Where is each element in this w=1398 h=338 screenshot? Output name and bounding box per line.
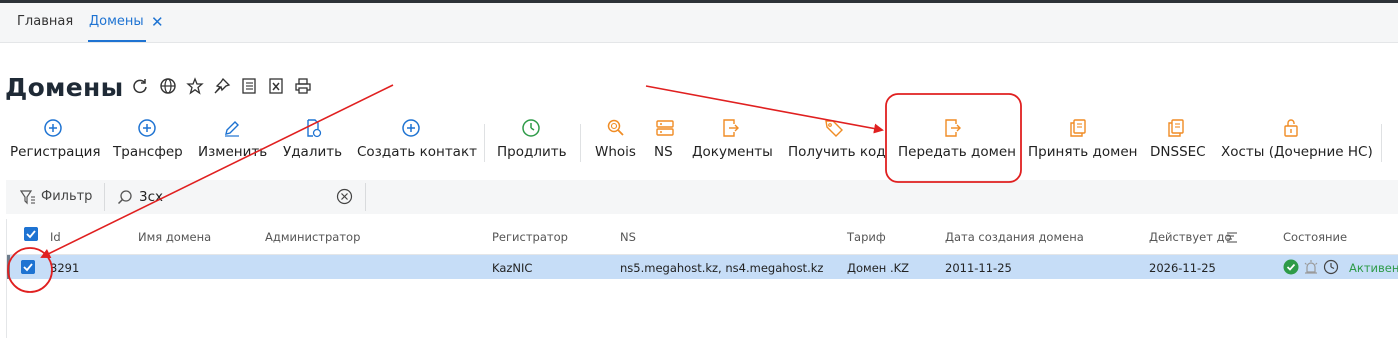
tab-close-icon[interactable]: ✕	[151, 13, 164, 31]
edit-button[interactable]: Изменить	[198, 112, 268, 172]
register-label: Регистрация	[10, 144, 101, 160]
create-contact-label: Создать контакт	[357, 144, 477, 160]
document-export-icon	[723, 119, 739, 137]
excel-export-icon[interactable]	[267, 77, 285, 95]
print-icon[interactable]	[294, 77, 312, 95]
documents-label: Документы	[692, 144, 773, 160]
plus-circle-icon	[138, 119, 156, 137]
filter-divider	[365, 183, 366, 211]
cell-created: 2011-11-25	[945, 261, 1012, 275]
dnssec-label: DNSSEC	[1150, 144, 1206, 160]
toolbar-divider	[580, 124, 581, 162]
clock-icon	[1323, 259, 1339, 275]
document-delete-icon	[307, 119, 322, 138]
server-icon	[656, 120, 674, 136]
document-list-icon[interactable]	[240, 77, 258, 95]
ns-button[interactable]: NS	[654, 112, 676, 172]
tab-domains[interactable]: Домены	[89, 14, 144, 29]
search-icon	[117, 190, 132, 205]
tab-home[interactable]: Главная	[17, 14, 73, 29]
filter-bar: Фильтр	[6, 180, 1398, 214]
cell-valid-until: 2026-11-25	[1149, 261, 1216, 275]
toolbar: Регистрация Трансфер Изменить Удалить Со…	[0, 112, 1398, 174]
renew-label: Продлить	[497, 144, 567, 160]
column-header-domain[interactable]: Имя домена	[138, 230, 211, 244]
create-contact-button[interactable]: Создать контакт	[357, 112, 477, 172]
page-title: Домены	[5, 73, 124, 102]
refresh-icon[interactable]	[131, 77, 149, 95]
document-export-icon	[945, 119, 961, 137]
cell-id: 3291	[50, 261, 80, 275]
filter-icon	[20, 190, 35, 205]
lock-document-icon	[1284, 119, 1298, 137]
active-tab-indicator	[88, 40, 146, 42]
tab-bar: Главная Домены ✕	[0, 3, 1398, 43]
search-input[interactable]	[139, 187, 329, 207]
tag-icon	[825, 120, 843, 137]
pin-icon[interactable]	[213, 77, 231, 95]
cell-tariff: Домен .KZ	[847, 261, 910, 275]
documents-icon	[1070, 119, 1086, 137]
documents-button[interactable]: Документы	[692, 112, 773, 172]
clear-search-icon[interactable]	[336, 188, 353, 205]
accept-domain-label: Принять домен	[1028, 144, 1138, 160]
transfer-button[interactable]: Трансфер	[113, 112, 183, 172]
domains-table: Id Имя домена Администратор Регистратор …	[6, 219, 1398, 338]
transfer-domain-label: Передать домен	[898, 144, 1016, 160]
edit-label: Изменить	[198, 144, 268, 160]
cell-registrar: KazNIC	[492, 261, 533, 275]
delete-label: Удалить	[283, 144, 343, 160]
register-button[interactable]: Регистрация	[10, 112, 101, 172]
column-header-registrar[interactable]: Регистратор	[492, 230, 568, 244]
pencil-icon	[225, 121, 239, 137]
sort-icon[interactable]	[1226, 231, 1238, 243]
table-row[interactable]: 3291 KazNIC ns5.megahost.kz, ns4.megahos…	[7, 255, 1398, 279]
alarm-icon	[1304, 260, 1318, 274]
star-icon[interactable]	[186, 77, 204, 95]
transfer-label: Трансфер	[113, 144, 183, 160]
hosts-label: Хосты (Дочерние НС)	[1221, 144, 1373, 160]
plus-circle-icon	[44, 119, 62, 137]
filter-label: Фильтр	[41, 189, 93, 204]
dnssec-button[interactable]: DNSSEC	[1150, 112, 1206, 172]
select-all-checkbox[interactable]	[24, 227, 38, 241]
row-checkbox[interactable]	[21, 260, 35, 274]
column-header-tariff[interactable]: Тариф	[847, 230, 886, 244]
cell-ns: ns5.megahost.kz, ns4.megahost.kz	[620, 261, 824, 275]
column-header-created[interactable]: Дата создания домена	[945, 230, 1084, 244]
ns-label: NS	[654, 144, 673, 160]
column-header-state[interactable]: Состояние	[1283, 230, 1347, 244]
toolbar-divider	[1381, 124, 1382, 162]
magnifier-icon	[607, 119, 624, 136]
column-header-ns[interactable]: NS	[620, 230, 636, 244]
column-header-id[interactable]: Id	[50, 230, 61, 244]
check-circle-icon	[1283, 259, 1299, 275]
column-header-valid-until[interactable]: Действует до	[1149, 230, 1232, 244]
globe-icon[interactable]	[159, 77, 177, 95]
whois-label: Whois	[595, 144, 636, 160]
documents-icon	[1168, 119, 1184, 137]
clock-icon	[522, 119, 540, 137]
delete-button[interactable]: Удалить	[283, 112, 343, 172]
renew-button[interactable]: Продлить	[497, 112, 567, 172]
status-active: Активен	[1349, 261, 1398, 275]
hosts-button[interactable]: Хосты (Дочерние НС)	[1221, 112, 1373, 172]
plus-circle-icon	[402, 119, 420, 137]
get-code-button[interactable]: Получить код	[788, 112, 886, 172]
get-code-label: Получить код	[788, 144, 886, 160]
accept-domain-button[interactable]: Принять домен	[1028, 112, 1137, 172]
table-header: Id Имя домена Администратор Регистратор …	[7, 219, 1398, 255]
column-header-admin[interactable]: Администратор	[265, 230, 360, 244]
toolbar-divider	[484, 124, 485, 162]
transfer-domain-button[interactable]: Передать домен	[898, 112, 1016, 172]
search-box	[111, 184, 361, 210]
whois-button[interactable]: Whois	[595, 112, 637, 172]
filter-divider	[104, 183, 105, 211]
